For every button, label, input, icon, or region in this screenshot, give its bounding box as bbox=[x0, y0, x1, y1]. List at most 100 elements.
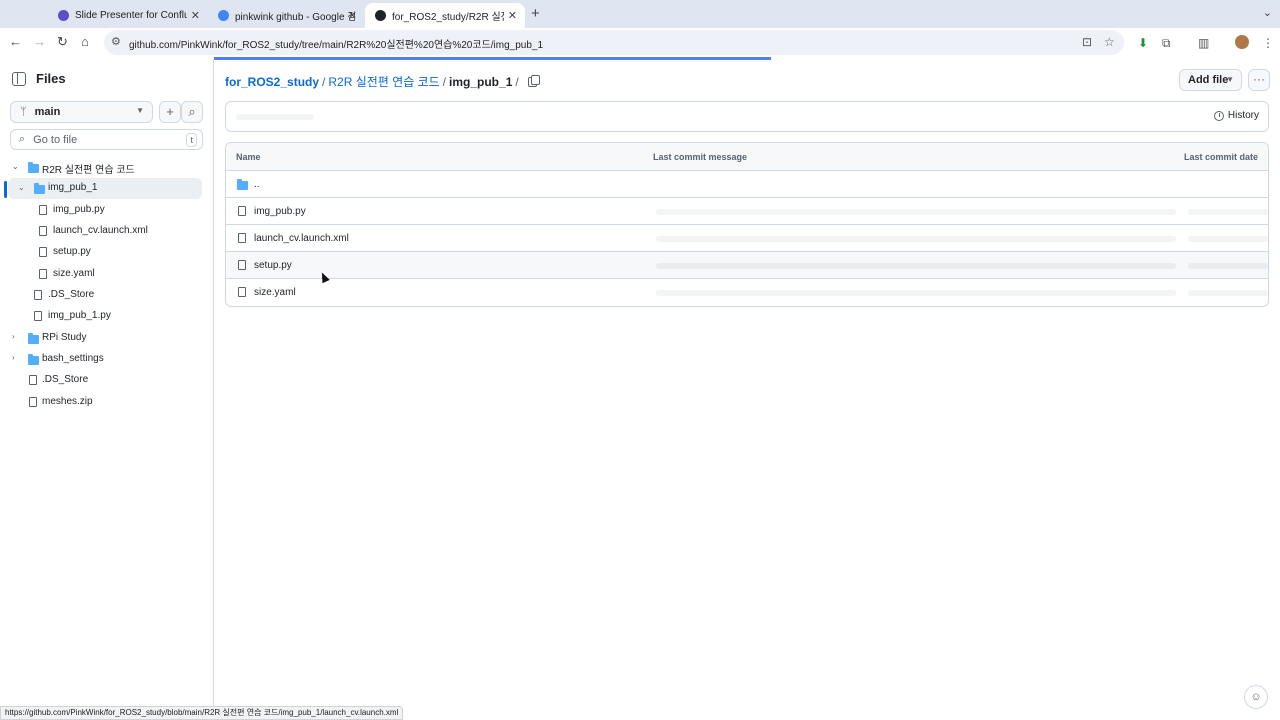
tree-item-label: meshes.zip bbox=[42, 396, 93, 407]
selected-indicator bbox=[4, 181, 7, 198]
browser-tab-strip: Slide Presenter for Confluen ✕ pinkwink … bbox=[0, 0, 1280, 28]
side-panel-icon[interactable]: ▥ bbox=[1198, 36, 1209, 50]
tree-item-label: img_pub.py bbox=[53, 204, 105, 215]
url-text[interactable]: github.com/PinkWink/for_ROS2_study/tree/… bbox=[129, 36, 543, 51]
file-icon bbox=[238, 287, 246, 297]
tree-item-label: launch_cv.launch.xml bbox=[53, 225, 148, 236]
tab-search-chevron-icon[interactable]: ⌄ bbox=[1263, 6, 1272, 19]
file-tree-sidebar: Files ᛘ main ▼ + ⌕ ⌕ Go to file t ⌄ R2R … bbox=[0, 60, 214, 720]
history-link[interactable]: History bbox=[1213, 110, 1259, 121]
address-bar[interactable]: ⚙ github.com/PinkWink/for_ROS2_study/tre… bbox=[104, 30, 1124, 55]
file-table: Name Last commit message Last commit dat… bbox=[225, 142, 1269, 307]
tree-item-label: RPi Study bbox=[42, 332, 87, 343]
tree-item-folder[interactable]: › RPi Study bbox=[8, 328, 202, 349]
reload-icon[interactable]: ↻ bbox=[57, 34, 68, 50]
file-icon bbox=[39, 269, 47, 279]
chevron-right-icon[interactable]: › bbox=[12, 332, 15, 341]
add-file-button[interactable]: Add file ▼ bbox=[1179, 69, 1242, 91]
caret-down-icon: ▼ bbox=[136, 106, 144, 115]
file-icon bbox=[39, 226, 47, 236]
loading-skeleton bbox=[1188, 236, 1268, 242]
tree-item-label: img_pub_1 bbox=[48, 182, 98, 193]
tree-item-file[interactable]: .DS_Store bbox=[8, 285, 202, 306]
profile-avatar[interactable] bbox=[1235, 35, 1249, 49]
forward-arrow-icon[interactable]: → bbox=[33, 34, 46, 49]
go-to-file-input[interactable]: ⌕ Go to file t bbox=[10, 129, 203, 150]
tree-item-label: size.yaml bbox=[53, 268, 95, 279]
close-tab-icon[interactable]: ✕ bbox=[348, 9, 357, 22]
install-app-icon[interactable]: ⊡ bbox=[1082, 35, 1092, 49]
breadcrumb-separator: / bbox=[515, 74, 519, 89]
column-header-message: Last commit message bbox=[653, 152, 748, 162]
table-row[interactable]: .. bbox=[226, 171, 1268, 198]
file-name-link[interactable]: img_pub.py bbox=[254, 206, 306, 217]
chevron-down-icon[interactable]: ⌄ bbox=[18, 183, 25, 192]
more-options-button[interactable]: ··· bbox=[1248, 69, 1270, 91]
sidebar-header: Files bbox=[12, 71, 66, 86]
file-icon bbox=[29, 375, 37, 385]
sidebar-title: Files bbox=[36, 71, 66, 86]
folder-icon bbox=[237, 179, 248, 190]
search-button[interactable]: ⌕ bbox=[181, 101, 203, 123]
table-row[interactable]: launch_cv.launch.xml bbox=[226, 225, 1268, 252]
breadcrumb-separator: / bbox=[322, 74, 326, 89]
tree-item-file[interactable]: img_pub_1.py bbox=[8, 306, 202, 327]
tree-item-folder-selected[interactable]: ⌄ img_pub_1 bbox=[8, 178, 202, 199]
tree-item-file[interactable]: img_pub.py bbox=[8, 200, 202, 221]
browser-tab-google-search[interactable]: pinkwink github - Google 검색 ✕ bbox=[208, 3, 365, 28]
breadcrumb-folder-link[interactable]: R2R 실전편 연습 코드 bbox=[328, 73, 439, 90]
tree-item-file[interactable]: setup.py bbox=[8, 242, 202, 263]
add-file-label: Add file bbox=[1188, 74, 1229, 86]
folder-icon bbox=[28, 333, 39, 344]
loading-skeleton bbox=[656, 263, 1176, 269]
site-info-icon[interactable]: ⚙ bbox=[111, 35, 121, 48]
table-row[interactable]: size.yaml bbox=[226, 279, 1268, 306]
browser-menu-icon[interactable]: ⋮ bbox=[1262, 36, 1274, 50]
new-tab-button[interactable]: + bbox=[531, 5, 540, 22]
folder-icon bbox=[34, 183, 45, 194]
google-favicon-icon bbox=[218, 10, 229, 21]
branch-selector[interactable]: ᛘ main ▼ bbox=[10, 101, 153, 123]
file-name-link[interactable]: .. bbox=[254, 179, 260, 190]
tree-item-folder[interactable]: › bash_settings bbox=[8, 349, 202, 370]
home-icon[interactable]: ⌂ bbox=[81, 34, 89, 49]
search-icon: ⌕ bbox=[19, 133, 26, 145]
file-name-link[interactable]: launch_cv.launch.xml bbox=[254, 233, 349, 244]
breadcrumb-repo-link[interactable]: for_ROS2_study bbox=[225, 75, 319, 89]
tree-item-file[interactable]: .DS_Store bbox=[8, 370, 202, 391]
tab-title: pinkwink github - Google 검색 bbox=[235, 12, 355, 23]
file-name-link[interactable]: setup.py bbox=[254, 260, 292, 271]
tree-item-folder[interactable]: ⌄ R2R 실전편 연습 코드 bbox=[8, 157, 202, 178]
history-label: History bbox=[1227, 110, 1259, 121]
file-icon bbox=[238, 206, 246, 216]
loading-skeleton bbox=[656, 236, 1176, 242]
close-tab-icon[interactable]: ✕ bbox=[508, 9, 517, 22]
table-row[interactable]: setup.py bbox=[226, 252, 1268, 279]
file-name-link[interactable]: size.yaml bbox=[254, 287, 296, 298]
git-branch-icon: ᛘ bbox=[20, 106, 27, 118]
tree-item-label: .DS_Store bbox=[48, 289, 95, 300]
loading-skeleton bbox=[656, 209, 1176, 215]
copilot-icon[interactable]: ☺ bbox=[1244, 685, 1268, 709]
caret-down-icon: ▼ bbox=[1226, 75, 1234, 84]
tree-item-file[interactable]: size.yaml bbox=[8, 264, 202, 285]
chevron-right-icon[interactable]: › bbox=[12, 353, 15, 362]
chevron-down-icon[interactable]: ⌄ bbox=[12, 162, 19, 171]
table-row[interactable]: img_pub.py bbox=[226, 198, 1268, 225]
copy-path-icon[interactable] bbox=[527, 74, 540, 87]
close-tab-icon[interactable]: ✕ bbox=[191, 9, 200, 22]
bookmark-star-icon[interactable]: ☆ bbox=[1104, 35, 1115, 49]
browser-tab-slide-presenter[interactable]: Slide Presenter for Confluen ✕ bbox=[48, 3, 208, 28]
tree-item-label: img_pub_1.py bbox=[48, 310, 111, 321]
back-arrow-icon[interactable]: ← bbox=[9, 34, 22, 49]
collapse-sidebar-icon[interactable] bbox=[12, 71, 26, 86]
table-header: Name Last commit message Last commit dat… bbox=[226, 143, 1268, 171]
download-icon[interactable]: ⬇ bbox=[1138, 36, 1148, 50]
browser-toolbar: ← → ↻ ⌂ ⚙ github.com/PinkWink/for_ROS2_s… bbox=[0, 28, 1280, 58]
add-file-plus-button[interactable]: + bbox=[159, 101, 181, 123]
go-to-file-placeholder: Go to file bbox=[33, 133, 78, 146]
browser-tab-github[interactable]: for_ROS2_study/R2R 실전편 연 ✕ bbox=[365, 3, 525, 28]
tree-item-file[interactable]: meshes.zip bbox=[8, 392, 202, 413]
extensions-icon[interactable]: ⧉ bbox=[1162, 36, 1171, 51]
tree-item-file[interactable]: launch_cv.launch.xml bbox=[8, 221, 202, 242]
